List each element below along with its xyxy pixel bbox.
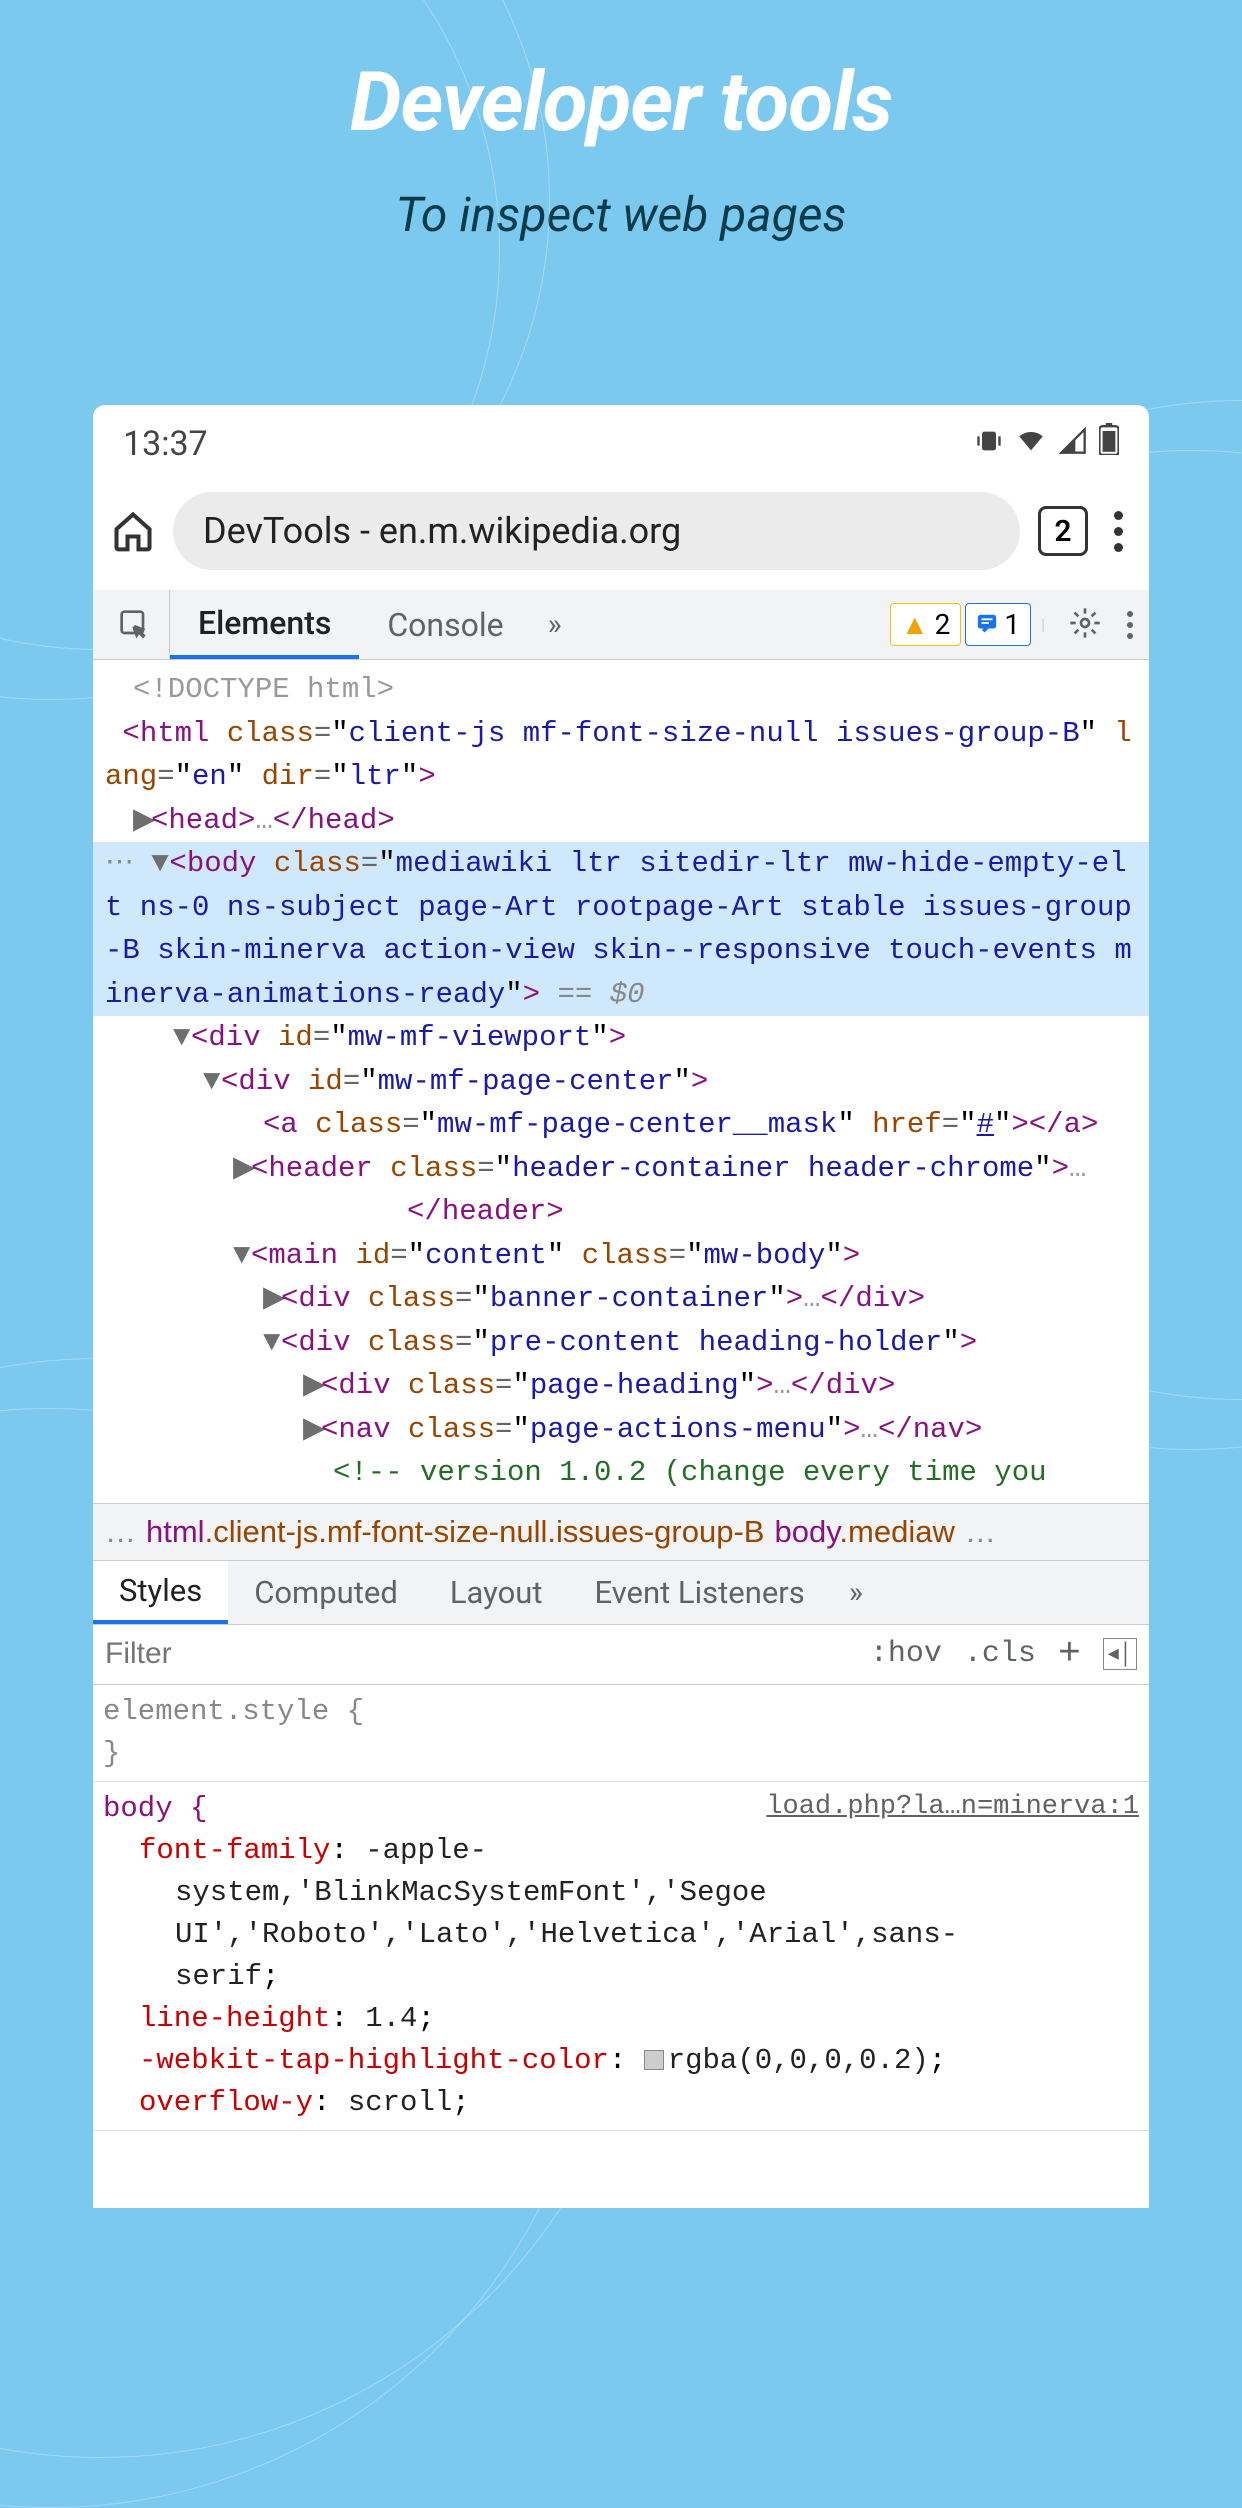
warnings-badge[interactable]: ▲ 2 [890, 603, 961, 646]
warning-count: 2 [935, 608, 951, 641]
messages-badge[interactable]: 1 [965, 603, 1031, 646]
css-source-link[interactable]: load.php?la…n=minerva:1 [766, 1788, 1139, 1827]
breadcrumb-body[interactable]: body.mediaw [774, 1514, 954, 1550]
dom-tree[interactable]: <!DOCTYPE html> <html class="client-js m… [93, 660, 1149, 1503]
new-style-rule-icon[interactable]: + [1058, 1633, 1081, 1676]
settings-icon[interactable] [1055, 607, 1115, 643]
home-icon[interactable] [111, 509, 155, 553]
banner-div[interactable]: ▶<div class="banner-container">…</div> [93, 1277, 1149, 1321]
status-icons [975, 423, 1119, 464]
main-element[interactable]: ▼<main id="content" class="mw-body"> [93, 1234, 1149, 1278]
message-count: 1 [1004, 608, 1020, 641]
inspect-icon[interactable] [101, 590, 170, 659]
tab-computed[interactable]: Computed [228, 1561, 424, 1624]
pageheading-div[interactable]: ▶<div class="page-heading">…</div> [93, 1364, 1149, 1408]
breadcrumb-more-right[interactable]: … [965, 1514, 996, 1550]
element-style-block[interactable]: element.style { } [93, 1685, 1149, 1782]
tab-elements[interactable]: Elements [170, 590, 359, 659]
precontent-div[interactable]: ▼<div class="pre-content heading-holder"… [93, 1321, 1149, 1365]
body-style-block[interactable]: body {load.php?la…n=minerva:1 font-famil… [93, 1782, 1149, 2131]
nav-element[interactable]: ▶<nav class="page-actions-menu">…</nav> [93, 1408, 1149, 1452]
status-bar: 13:37 [93, 405, 1149, 472]
tab-console[interactable]: Console [359, 590, 531, 659]
filter-row: :hov .cls + ◂│ [93, 1625, 1149, 1685]
menu-icon[interactable] [1106, 511, 1131, 552]
tab-layout[interactable]: Layout [424, 1561, 569, 1624]
comment-node[interactable]: <!-- version 1.0.2 (change every time yo… [93, 1451, 1149, 1495]
signal-icon [1059, 424, 1087, 464]
tab-count[interactable]: 2 [1038, 506, 1088, 556]
cls-button[interactable]: .cls [964, 1637, 1036, 1671]
breadcrumb-more-left[interactable]: … [105, 1514, 136, 1550]
tab-styles[interactable]: Styles [93, 1561, 228, 1624]
color-swatch[interactable] [644, 2050, 664, 2070]
hov-button[interactable]: :hov [870, 1637, 942, 1671]
viewport-div[interactable]: ▼<div id="mw-mf-viewport"> [93, 1016, 1149, 1060]
warning-icon: ▲ [901, 608, 929, 641]
styles-tabbar: Styles Computed Layout Event Listeners » [93, 1561, 1149, 1625]
more-tabs-icon[interactable]: » [532, 607, 578, 642]
vibrate-icon [975, 424, 1003, 464]
toggle-panel-icon[interactable]: ◂│ [1103, 1638, 1137, 1670]
url-bar[interactable]: DevTools - en.m.wikipedia.org [173, 492, 1020, 570]
header-element[interactable]: ▶<header class="header-container header-… [93, 1147, 1149, 1234]
doctype: <!DOCTYPE html> [133, 673, 394, 706]
breadcrumb-bar[interactable]: … html.client-js.mf-font-size-null.issue… [93, 1503, 1149, 1561]
styles-more-tabs-icon[interactable]: » [831, 1575, 881, 1610]
devtools-menu-icon[interactable] [1119, 611, 1141, 639]
battery-icon [1099, 423, 1119, 464]
anchor-mask[interactable]: <a class="mw-mf-page-center__mask" href=… [93, 1103, 1149, 1147]
head-element[interactable]: ▶<head>…</head> [93, 799, 1149, 843]
message-icon [976, 608, 998, 641]
page-center-div[interactable]: ▼<div id="mw-mf-page-center"> [93, 1060, 1149, 1104]
wifi-icon [1015, 424, 1047, 464]
html-element[interactable]: <html class="client-js mf-font-size-null… [93, 712, 1149, 799]
browser-bar: DevTools - en.m.wikipedia.org 2 [93, 472, 1149, 590]
devtools-tabbar: Elements Console » ▲ 2 1 | [93, 590, 1149, 660]
phone-frame: 13:37 DevTools - en.m.wikipedia.org 2 [93, 405, 1149, 2208]
status-time: 13:37 [123, 424, 208, 464]
tab-event-listeners[interactable]: Event Listeners [569, 1561, 831, 1624]
breadcrumb-html[interactable]: html.client-js.mf-font-size-null.issues-… [146, 1514, 764, 1550]
filter-input[interactable] [105, 1637, 870, 1671]
body-element-selected[interactable]: ⋯ ▼<body class="mediawiki ltr sitedir-lt… [93, 842, 1149, 1016]
